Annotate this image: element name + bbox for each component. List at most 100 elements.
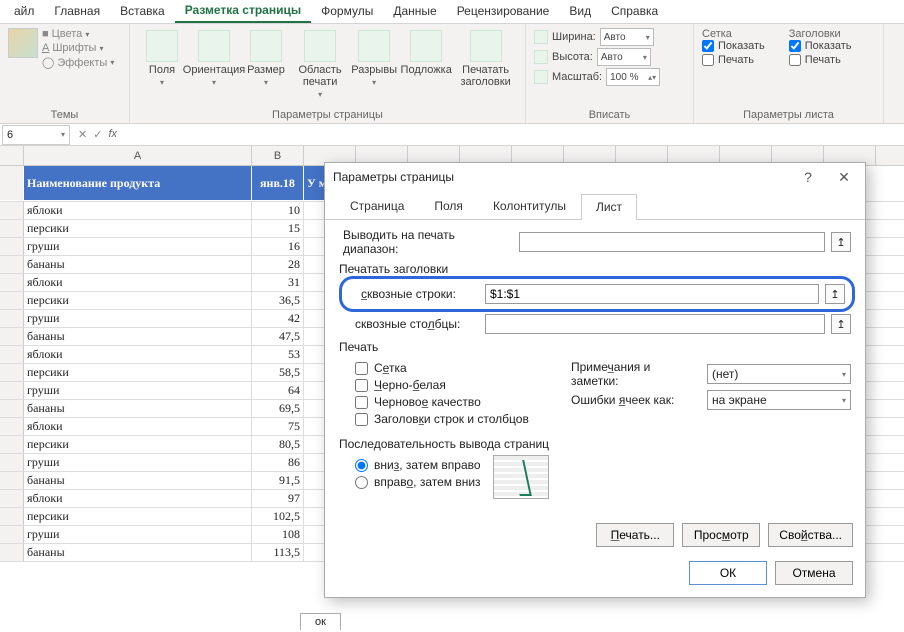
cell-a[interactable]: яблоки (24, 202, 252, 219)
width-dropdown[interactable]: Авто▾ (600, 28, 654, 46)
name-box[interactable]: 6▾ (2, 125, 70, 145)
cell-a[interactable]: персики (24, 364, 252, 381)
row-header[interactable] (0, 328, 24, 345)
cell-a[interactable]: бананы (24, 400, 252, 417)
print-range-collapse-icon[interactable]: ↥ (831, 232, 851, 252)
close-button[interactable]: ✕ (831, 169, 857, 186)
cell-b[interactable]: 69,5 (252, 400, 304, 417)
row-header[interactable] (0, 472, 24, 489)
row-header[interactable] (0, 166, 24, 201)
dialog-tab-margins[interactable]: Поля (419, 193, 478, 219)
notes-dropdown[interactable]: (нет)▾ (707, 364, 851, 384)
cell-b[interactable]: 15 (252, 220, 304, 237)
cancel-formula-icon[interactable]: ✕ (78, 128, 87, 141)
grid-print-checkbox[interactable] (702, 54, 714, 66)
row-header[interactable] (0, 436, 24, 453)
tab-page-layout[interactable]: Разметка страницы (175, 0, 311, 23)
cell-b[interactable]: 80,5 (252, 436, 304, 453)
row-header[interactable] (0, 310, 24, 327)
cell-b[interactable]: 64 (252, 382, 304, 399)
order-down-radio[interactable] (355, 459, 368, 472)
tab-view[interactable]: Вид (559, 1, 601, 22)
breaks-button[interactable]: Разрывы▾ (350, 28, 398, 101)
cell-a[interactable]: бананы (24, 472, 252, 489)
select-all-corner[interactable] (0, 146, 24, 165)
fx-icon[interactable]: fx (108, 128, 117, 141)
cell-b[interactable]: 16 (252, 238, 304, 255)
cell-a[interactable]: персики (24, 508, 252, 525)
background-button[interactable]: Подложка (402, 28, 450, 101)
cell-a[interactable]: яблоки (24, 490, 252, 507)
print-range-input[interactable] (519, 232, 825, 252)
cell-b[interactable]: 36,5 (252, 292, 304, 309)
fonts-dropdown[interactable]: A Шрифты ▾ (42, 42, 114, 54)
cell-a[interactable]: яблоки (24, 346, 252, 363)
cell-a[interactable]: груши (24, 238, 252, 255)
dialog-tab-sheet[interactable]: Лист (581, 194, 637, 220)
effects-dropdown[interactable]: ◯ Эффекты ▾ (42, 56, 114, 69)
row-header[interactable] (0, 346, 24, 363)
tab-review[interactable]: Рецензирование (447, 1, 560, 22)
cell-a[interactable]: яблоки (24, 418, 252, 435)
rows-repeat-collapse-icon[interactable]: ↥ (825, 284, 845, 304)
cell-b[interactable]: 75 (252, 418, 304, 435)
row-header[interactable] (0, 238, 24, 255)
cell-a[interactable]: груши (24, 382, 252, 399)
margins-button[interactable]: Поля▾ (138, 28, 186, 101)
cell-b[interactable]: 58,5 (252, 364, 304, 381)
tab-help[interactable]: Справка (601, 1, 668, 22)
cell-a[interactable]: бананы (24, 544, 252, 561)
tab-data[interactable]: Данные (383, 1, 446, 22)
cell-a[interactable]: персики (24, 436, 252, 453)
cell-b[interactable]: 97 (252, 490, 304, 507)
tab-file[interactable]: айл (4, 1, 44, 22)
cell-b[interactable]: 113,5 (252, 544, 304, 561)
height-dropdown[interactable]: Авто▾ (597, 48, 651, 66)
sheet-tab[interactable]: ок (300, 613, 341, 630)
row-header[interactable] (0, 544, 24, 561)
cell-a[interactable]: яблоки (24, 274, 252, 291)
cell-b[interactable]: 42 (252, 310, 304, 327)
print-area-button[interactable]: Область печати▾ (294, 28, 346, 101)
cell-b[interactable]: 91,5 (252, 472, 304, 489)
cell-a[interactable]: груши (24, 526, 252, 543)
row-header[interactable] (0, 490, 24, 507)
cell-a[interactable]: груши (24, 310, 252, 327)
cell-a[interactable]: персики (24, 292, 252, 309)
row-header[interactable] (0, 202, 24, 219)
column-header-a[interactable]: A (24, 146, 252, 165)
colors-dropdown[interactable]: ■ Цвета ▾ (42, 28, 114, 40)
order-over-radio[interactable] (355, 476, 368, 489)
row-header[interactable] (0, 454, 24, 471)
grid-show-checkbox[interactable] (702, 40, 714, 52)
row-header[interactable] (0, 400, 24, 417)
column-header-b[interactable]: B (252, 146, 304, 165)
cell-a[interactable]: бананы (24, 256, 252, 273)
cell-a[interactable]: груши (24, 454, 252, 471)
cols-repeat-input[interactable] (485, 314, 825, 334)
errors-dropdown[interactable]: на экране▾ (707, 390, 851, 410)
cell-b[interactable]: 86 (252, 454, 304, 471)
orientation-button[interactable]: Ориентация▾ (190, 28, 238, 101)
size-button[interactable]: Размер▾ (242, 28, 290, 101)
cell-b[interactable]: 10 (252, 202, 304, 219)
row-header[interactable] (0, 418, 24, 435)
cell-b[interactable]: 108 (252, 526, 304, 543)
ok-button[interactable]: ОК (689, 561, 767, 585)
row-header[interactable] (0, 292, 24, 309)
chk-draft[interactable] (355, 396, 368, 409)
scale-spinner[interactable]: 100 %▴▾ (606, 68, 660, 86)
cell-a[interactable]: персики (24, 220, 252, 237)
print-button[interactable]: Печать... (596, 523, 674, 547)
cols-repeat-collapse-icon[interactable]: ↥ (831, 314, 851, 334)
cell-b[interactable]: 47,5 (252, 328, 304, 345)
row-header[interactable] (0, 526, 24, 543)
tab-home[interactable]: Главная (44, 1, 110, 22)
help-button[interactable]: ? (795, 169, 821, 186)
rows-repeat-input[interactable] (485, 284, 819, 304)
chk-headings[interactable] (355, 413, 368, 426)
dialog-tab-headerfooter[interactable]: Колонтитулы (478, 193, 581, 219)
dialog-tab-page[interactable]: Страница (335, 193, 419, 219)
cell-b[interactable]: 102,5 (252, 508, 304, 525)
tab-insert[interactable]: Вставка (110, 1, 175, 22)
